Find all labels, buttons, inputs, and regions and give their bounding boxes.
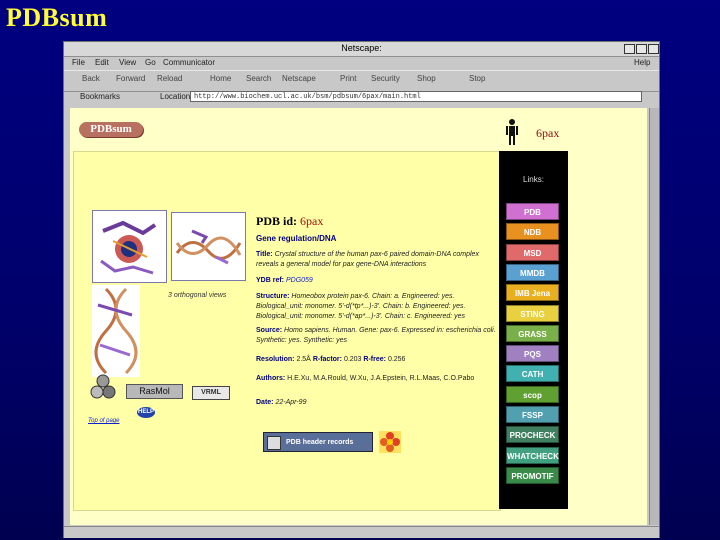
protein-dna-icon — [100, 220, 157, 275]
menu-help[interactable]: Help — [634, 58, 650, 67]
forward-button[interactable]: Forward — [116, 74, 145, 83]
shop-button[interactable]: Shop — [417, 74, 436, 83]
ydb-label: YDB ref: — [256, 277, 285, 284]
rfree-value: 0.256 — [387, 356, 406, 363]
ydb-block: YDB ref: PDG059 — [256, 276, 496, 286]
stop-button[interactable]: Stop — [469, 74, 485, 83]
link-grass-button[interactable]: GRASS — [506, 324, 559, 342]
date-block: Date: 22-Apr-99 — [256, 398, 496, 408]
classification: Gene regulation/DNA — [256, 234, 337, 243]
structure-label: Structure: — [256, 293, 290, 300]
status-bar — [64, 526, 659, 538]
pdbsum-logo[interactable]: PDBsum — [79, 122, 143, 137]
pdb-id-value: 6pax — [300, 214, 324, 228]
link-pqs-button[interactable]: PQS — [506, 345, 559, 363]
vrml-button[interactable]: VRML — [192, 386, 230, 400]
authors-text: H.E.Xu, M.A.Rould, W.Xu, J.A.Epstein, R.… — [287, 375, 475, 382]
link-procheck-button[interactable]: PROCHECK — [506, 426, 559, 444]
help-icon[interactable]: HELP — [137, 407, 155, 418]
bookmarks-button[interactable]: Bookmarks — [80, 92, 120, 101]
link-msd-button[interactable]: MSD — [506, 243, 559, 261]
structure-image-front[interactable] — [92, 210, 167, 283]
link-mmdb-button[interactable]: MMDB — [506, 263, 559, 281]
title-bar: Netscape: — [64, 42, 659, 57]
menu-edit[interactable]: Edit — [95, 58, 109, 67]
orthogonal-views-caption: 3 orthogonal views — [168, 292, 227, 299]
molecule-icon — [90, 374, 116, 399]
link-cath-button[interactable]: CATH — [506, 365, 559, 383]
search-button[interactable]: Search — [246, 74, 271, 83]
link-scop-button[interactable]: scop — [506, 385, 559, 403]
resolution-label: Resolution: — [256, 356, 295, 363]
slide-title: PDBsum — [6, 3, 108, 32]
structure-block: Structure: Homeobox protein pax-6. Chain… — [256, 292, 496, 322]
print-button[interactable]: Print — [340, 74, 356, 83]
rfactor-label: R-factor: — [312, 356, 342, 363]
page-content: PDBsum 6pax 3 orthogonal views RasMol VR… — [70, 108, 647, 525]
link-fssp-button[interactable]: FSSP — [506, 406, 559, 423]
source-label: Source: — [256, 327, 283, 334]
resolution-value: 2.5Å — [296, 356, 311, 363]
netscape-button[interactable]: Netscape — [282, 74, 316, 83]
human-figure-icon — [506, 119, 518, 145]
home-button[interactable]: Home — [210, 74, 231, 83]
authors-block: Authors: H.E.Xu, M.A.Rould, W.Xu, J.A.Ep… — [256, 374, 496, 384]
dna-vertical-icon — [94, 287, 138, 375]
menu-go[interactable]: Go — [145, 58, 156, 67]
authors-label: Authors: — [256, 375, 286, 382]
link-promotif-button[interactable]: PROMOTIF — [506, 466, 559, 484]
reload-button[interactable]: Reload — [157, 74, 182, 83]
menu-communicator[interactable]: Communicator — [163, 58, 215, 67]
pdb-id-heading: PDB id: 6pax — [256, 214, 323, 229]
title-block: Title: Crystal structure of the human pa… — [256, 250, 496, 270]
structure-image-side[interactable] — [171, 212, 246, 281]
date-value: 22-Apr-99 — [275, 399, 307, 406]
link-pdb-button[interactable]: PDB — [506, 203, 559, 220]
minimize-button[interactable] — [624, 44, 635, 54]
title-label: Title: — [256, 251, 273, 258]
back-button[interactable]: Back — [82, 74, 100, 83]
location-label: Location: — [160, 92, 193, 101]
resolution-block: Resolution: 2.5Å R-factor: 0.203 R-free:… — [256, 355, 496, 365]
menu-file[interactable]: File — [72, 58, 85, 67]
rfactor-value: 0.203 — [343, 356, 362, 363]
pdb-id-label: PDB id: — [256, 214, 298, 228]
link-ndb-button[interactable]: NDB — [506, 223, 559, 241]
links-column: Links: PDB NDB MSD MMDB IMB Jena STING GRASS PQ… — [499, 151, 568, 509]
links-heading: Links: — [523, 175, 544, 184]
structure-image-top[interactable] — [92, 285, 140, 377]
date-label: Date: — [256, 399, 274, 406]
title-text: Crystal structure of the human pax-6 pai… — [256, 251, 479, 268]
browser-window: Netscape: File Edit View Go Communicator… — [63, 41, 660, 538]
link-imb-jena-button[interactable]: IMB Jena — [506, 284, 559, 302]
pdb-code-header: 6pax — [536, 126, 560, 140]
summary-panel: 3 orthogonal views RasMol VRML HELP Top … — [73, 151, 501, 511]
top-of-page-link[interactable]: Top of page — [88, 418, 119, 424]
document-icon — [267, 436, 281, 450]
source-text: Homo sapiens. Human. Gene: pax-6. Expres… — [256, 327, 496, 344]
flower-icon[interactable] — [379, 431, 401, 453]
rasmol-button[interactable]: RasMol — [126, 384, 183, 399]
dna-helix-icon — [175, 229, 242, 265]
menu-bar: File Edit View Go Communicator Help — [64, 57, 659, 69]
navigation-toolbar: Back Forward Reload Home Search Netscape… — [64, 70, 659, 92]
location-bar: Bookmarks Location: http://www.biochem.u… — [64, 91, 659, 105]
maximize-button[interactable] — [636, 44, 647, 54]
menu-view[interactable]: View — [119, 58, 136, 67]
link-sting-button[interactable]: STING — [506, 304, 559, 322]
window-title: Netscape: — [341, 43, 382, 53]
ydb-ref-link[interactable]: PDG059 — [286, 277, 313, 284]
url-input[interactable]: http://www.biochem.ucl.ac.uk/bsm/pdbsum/… — [190, 91, 642, 102]
rfree-label: R-free: — [363, 356, 386, 363]
security-button[interactable]: Security — [371, 74, 400, 83]
link-whatcheck-button[interactable]: WHATCHECK — [506, 446, 559, 464]
logo-text: PDBsum — [90, 123, 132, 135]
vertical-scrollbar[interactable] — [649, 108, 659, 525]
source-block: Source: Homo sapiens. Human. Gene: pax-6… — [256, 326, 496, 346]
close-button[interactable] — [648, 44, 659, 54]
